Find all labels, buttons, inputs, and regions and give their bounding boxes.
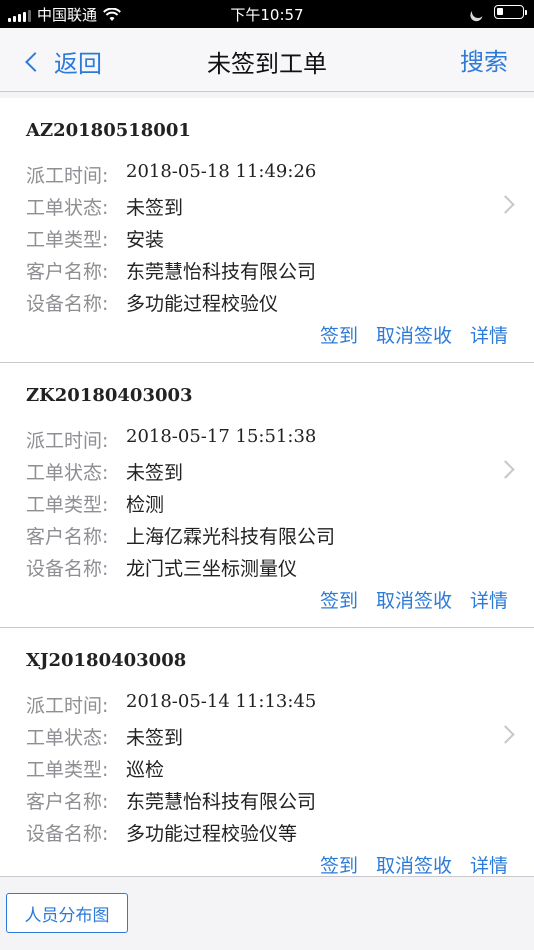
chevron-right-icon[interactable] [496, 460, 515, 479]
type-label: 工单类型: [26, 759, 109, 781]
sign-in-button[interactable]: 签到 [320, 851, 358, 878]
status-label: 工单状态: [26, 462, 109, 484]
status-value: 未签到 [126, 727, 184, 749]
status-bar: 中国联通 下午10:57 [0, 0, 534, 28]
dispatch-time-label: 派工时间: [26, 165, 109, 187]
device-label: 设备名称: [26, 823, 109, 845]
details-button[interactable]: 详情 [470, 586, 508, 613]
work-order-card[interactable]: AZ20180518001 派工时间: 2018-05-18 11:49:26 … [0, 98, 534, 363]
details-button[interactable]: 详情 [470, 851, 508, 878]
type-row: 工单类型: 巡检 [26, 755, 164, 782]
type-label: 工单类型: [26, 494, 109, 516]
cancel-receipt-button[interactable]: 取消签收 [376, 321, 452, 348]
customer-value: 东莞慧怡科技有限公司 [126, 791, 317, 813]
chevron-right-icon[interactable] [496, 195, 515, 214]
status-time: 下午10:57 [230, 6, 304, 24]
card-actions: 签到 取消签收 详情 [320, 321, 508, 348]
work-order-card[interactable]: ZK20180403003 派工时间: 2018-05-17 15:51:38 … [0, 363, 534, 628]
device-value: 龙门式三坐标测量仪 [126, 558, 298, 580]
type-value: 巡检 [126, 759, 165, 781]
status-label: 工单状态: [26, 197, 109, 219]
dispatch-time-row: 派工时间: 2018-05-17 15:51:38 [26, 426, 316, 453]
customer-row: 客户名称: 上海亿霖光科技有限公司 [26, 522, 335, 549]
device-row: 设备名称: 多功能过程校验仪等 [26, 819, 297, 846]
type-value: 安装 [126, 229, 165, 251]
customer-row: 客户名称: 东莞慧怡科技有限公司 [26, 787, 316, 814]
type-label: 工单类型: [26, 229, 109, 251]
order-number: ZK20180403003 [26, 385, 193, 406]
customer-value: 上海亿霖光科技有限公司 [126, 526, 336, 548]
device-label: 设备名称: [26, 293, 109, 315]
device-row: 设备名称: 龙门式三坐标测量仪 [26, 554, 297, 581]
dispatch-time-value: 2018-05-17 15:51:38 [126, 426, 317, 447]
status-row: 工单状态: 未签到 [26, 723, 183, 750]
dispatch-time-label: 派工时间: [26, 695, 109, 717]
device-value: 多功能过程校验仪 [126, 293, 279, 315]
order-number: AZ20180518001 [26, 120, 191, 141]
dispatch-time-value: 2018-05-18 11:49:26 [126, 161, 317, 182]
device-label: 设备名称: [26, 558, 109, 580]
status-value: 未签到 [126, 197, 184, 219]
customer-label: 客户名称: [26, 791, 109, 813]
dispatch-time-value: 2018-05-14 11:13:45 [126, 691, 317, 712]
cancel-receipt-button[interactable]: 取消签收 [376, 851, 452, 878]
type-value: 检测 [126, 494, 165, 516]
work-order-list: AZ20180518001 派工时间: 2018-05-18 11:49:26 … [0, 98, 534, 893]
customer-label: 客户名称: [26, 526, 109, 548]
cancel-receipt-button[interactable]: 取消签收 [376, 586, 452, 613]
bottom-toolbar: 人员分布图 [0, 876, 534, 950]
status-label: 工单状态: [26, 727, 109, 749]
order-number: XJ20180403008 [26, 650, 187, 671]
battery-icon [494, 5, 527, 19]
card-actions: 签到 取消签收 详情 [320, 586, 508, 613]
device-row: 设备名称: 多功能过程校验仪 [26, 289, 278, 316]
device-value: 多功能过程校验仪等 [126, 823, 298, 845]
do-not-disturb-moon-icon [470, 4, 486, 20]
staff-distribution-map-button[interactable]: 人员分布图 [6, 893, 128, 933]
card-actions: 签到 取消签收 详情 [320, 851, 508, 878]
customer-label: 客户名称: [26, 261, 109, 283]
type-row: 工单类型: 检测 [26, 490, 164, 517]
sign-in-button[interactable]: 签到 [320, 586, 358, 613]
dispatch-time-label: 派工时间: [26, 430, 109, 452]
page-title: 未签到工单 [207, 50, 327, 78]
chevron-right-icon[interactable] [496, 725, 515, 744]
search-button[interactable]: 搜索 [460, 42, 508, 77]
sign-in-button[interactable]: 签到 [320, 321, 358, 348]
customer-row: 客户名称: 东莞慧怡科技有限公司 [26, 257, 316, 284]
customer-value: 东莞慧怡科技有限公司 [126, 261, 317, 283]
status-row: 工单状态: 未签到 [26, 458, 183, 485]
type-row: 工单类型: 安装 [26, 225, 164, 252]
status-row: 工单状态: 未签到 [26, 193, 183, 220]
navigation-bar: 返回 未签到工单 搜索 [0, 28, 534, 92]
details-button[interactable]: 详情 [470, 321, 508, 348]
dispatch-time-row: 派工时间: 2018-05-14 11:13:45 [26, 691, 316, 718]
status-value: 未签到 [126, 462, 184, 484]
dispatch-time-row: 派工时间: 2018-05-18 11:49:26 [26, 161, 316, 188]
work-order-card[interactable]: XJ20180403008 派工时间: 2018-05-14 11:13:45 … [0, 628, 534, 893]
